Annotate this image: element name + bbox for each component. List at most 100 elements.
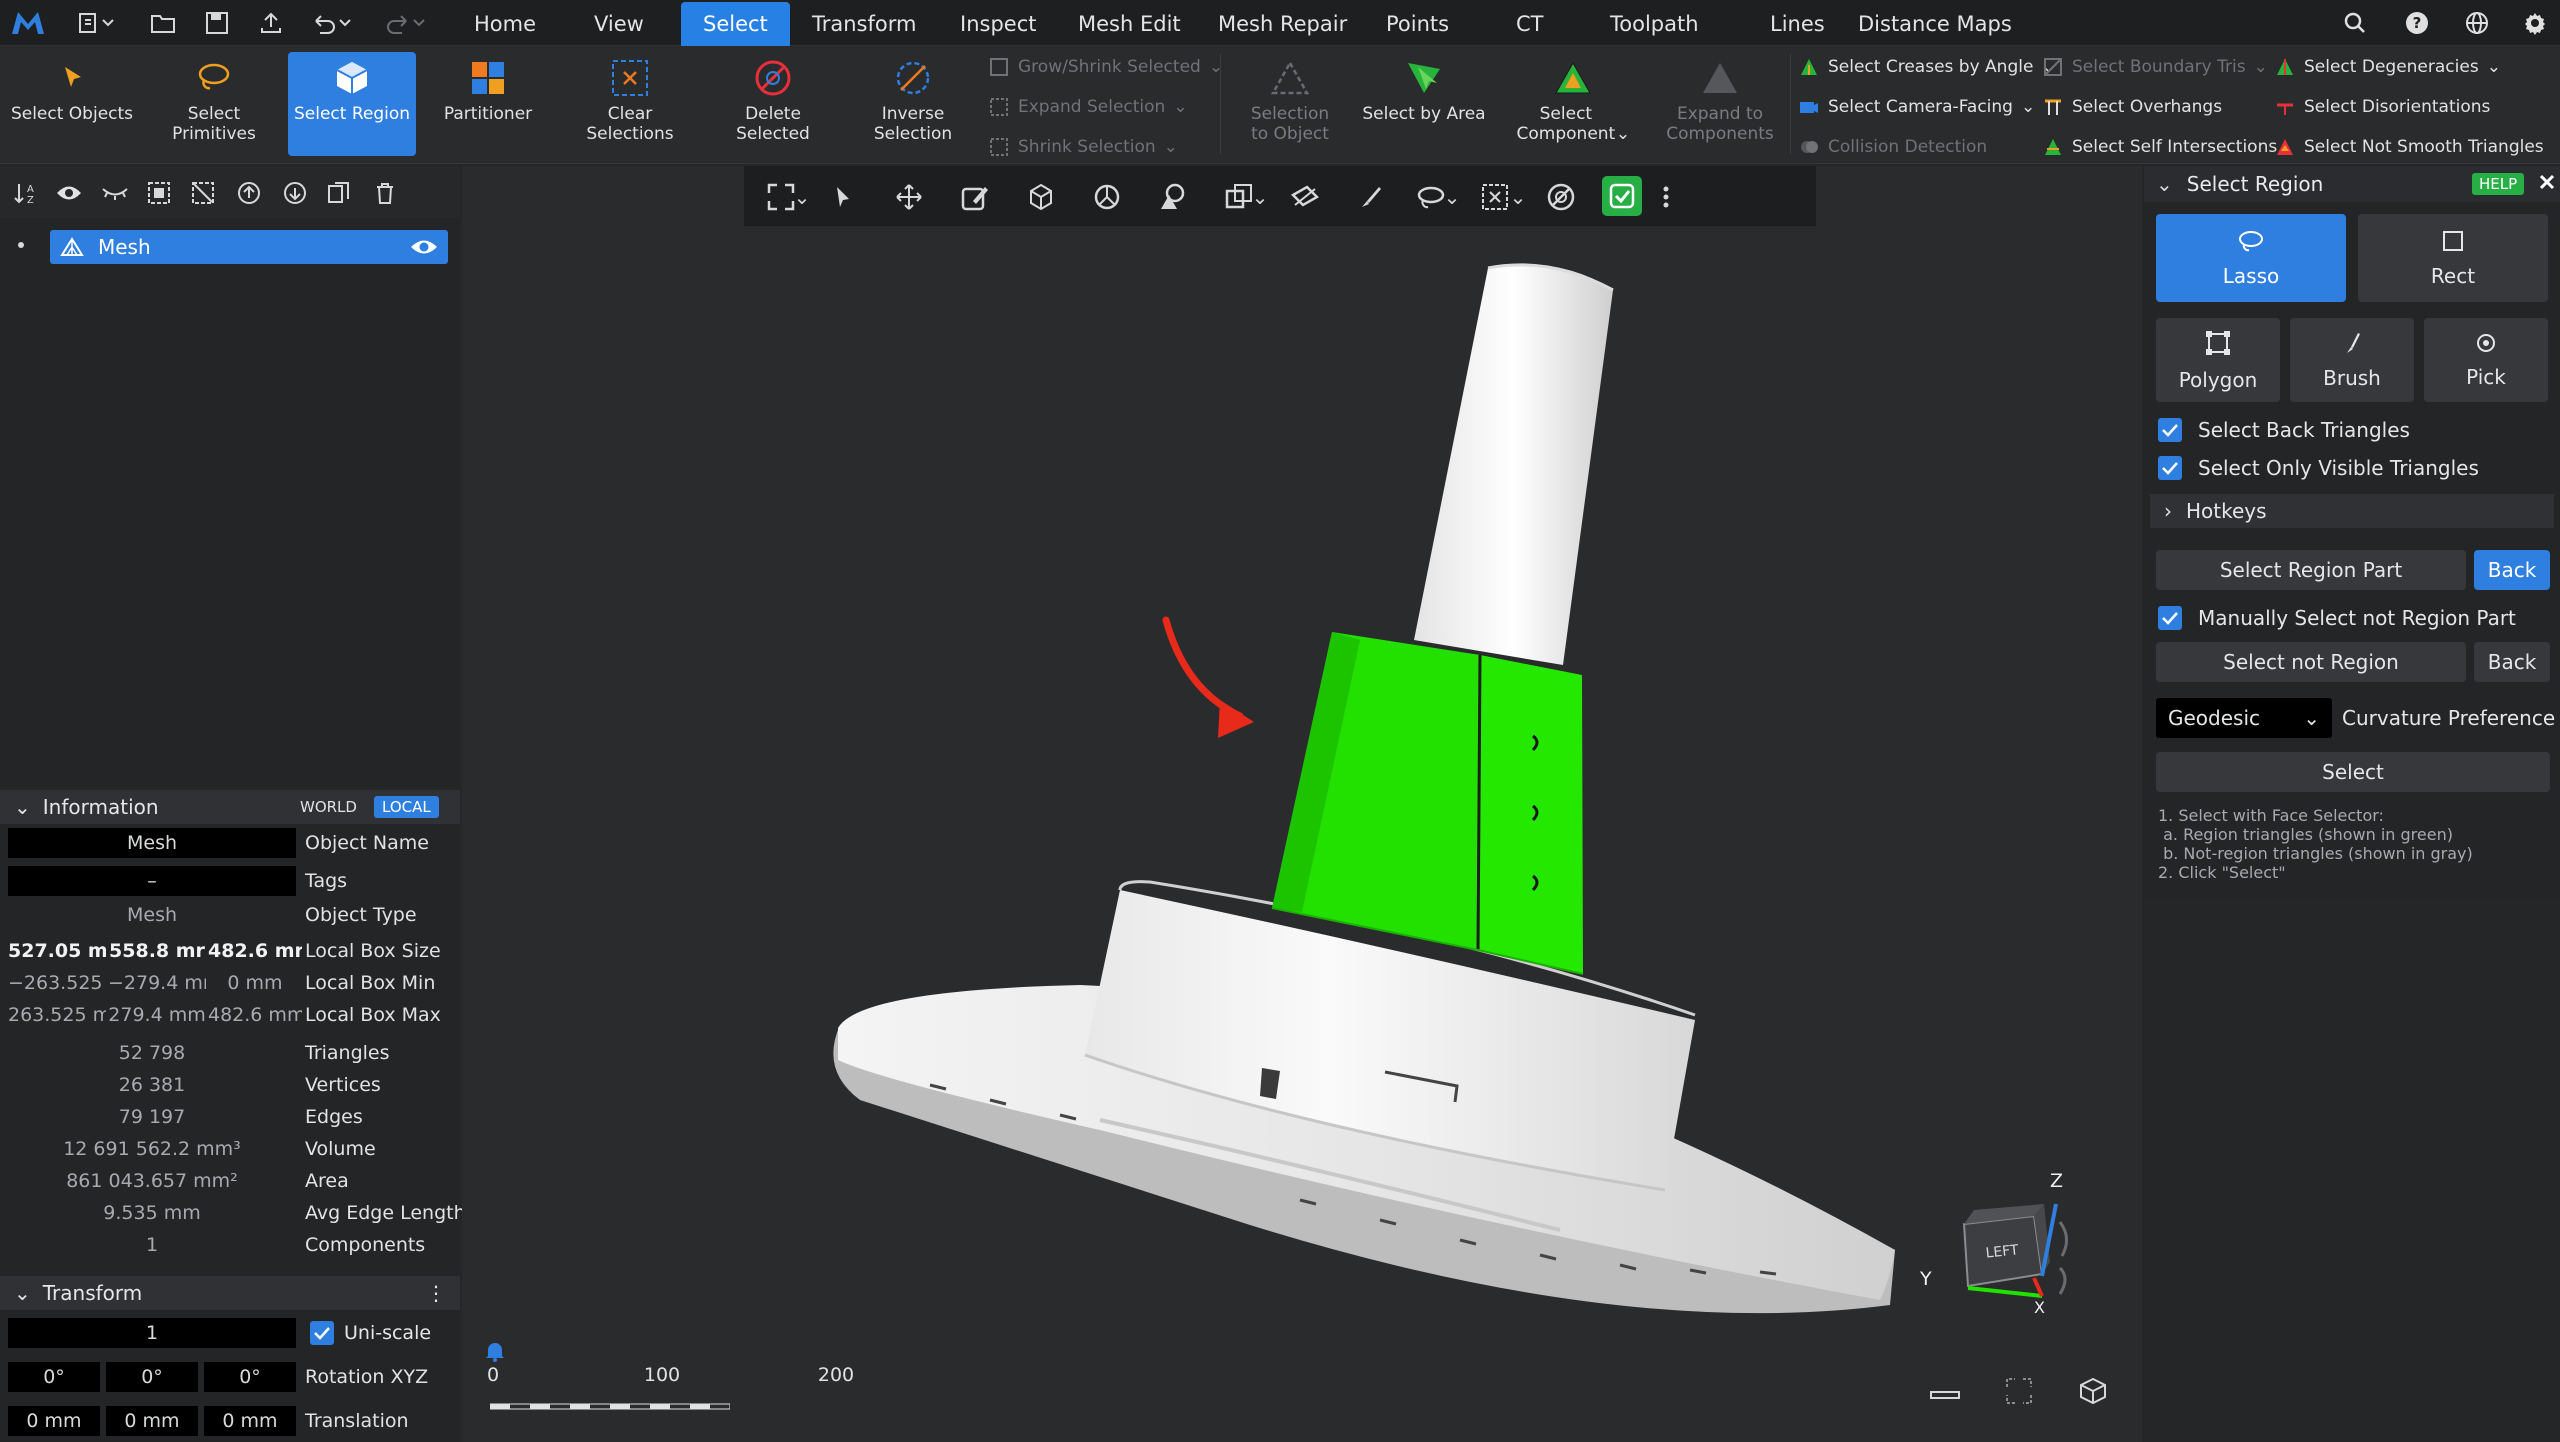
select-disorientations-button[interactable]: Select Disorientations	[2272, 90, 2490, 124]
rotation-x-field[interactable]: 0°	[8, 1362, 100, 1392]
select-component-button[interactable]: Select Component⌄	[1500, 52, 1646, 156]
back-button-1[interactable]: Back	[2474, 550, 2550, 590]
orbit-icon[interactable]	[1090, 180, 1124, 214]
grow-shrink-selected-button[interactable]: Grow/Shrink Selected ⌄	[986, 50, 1223, 84]
select-not-region-button[interactable]: Select not Region	[2156, 642, 2466, 682]
move-icon[interactable]	[892, 180, 926, 214]
translation-x-field[interactable]: 0 mm	[8, 1406, 100, 1436]
partitioner-button[interactable]: Partitioner	[426, 52, 550, 156]
tab-ct[interactable]: CT	[1494, 2, 1566, 46]
translation-z-field[interactable]: 0 mm	[204, 1406, 296, 1436]
tags-field[interactable]: –	[8, 866, 296, 896]
3d-viewport[interactable]: LEFT Z Y X 0 100 200	[462, 166, 2142, 1442]
tab-mesh-repair[interactable]: Mesh Repair	[1196, 2, 1369, 46]
select-creases-button[interactable]: Select Creases by Angle ⌄	[1796, 50, 2056, 84]
rect-mode-button[interactable]: Rect	[2358, 214, 2548, 302]
app-logo-icon[interactable]	[8, 8, 48, 38]
shrink-selection-button[interactable]: Shrink Selection ⌄	[986, 130, 1178, 164]
scene-item-mesh[interactable]: Mesh	[50, 230, 448, 264]
information-header[interactable]: ⌄ Information WORLD LOCAL	[0, 790, 460, 824]
scale-field[interactable]: 1	[8, 1318, 296, 1348]
select-degeneracies-button[interactable]: Select Degeneracies ⌄	[2272, 50, 2501, 84]
help-badge[interactable]: HELP	[2472, 173, 2525, 195]
manual-not-region-checkbox[interactable]	[2158, 606, 2182, 630]
duplicate-icon[interactable]	[324, 178, 354, 208]
chevron-down-icon[interactable]: ⌄	[1506, 180, 1530, 214]
tab-mesh-edit[interactable]: Mesh Edit	[1056, 2, 1203, 46]
world-toggle[interactable]: WORLD	[292, 796, 365, 818]
pick-mode-button[interactable]: Pick	[2424, 318, 2548, 402]
select-boundary-tris-button[interactable]: Select Boundary Tris ⌄	[2040, 50, 2268, 84]
tab-view[interactable]: View	[572, 2, 666, 46]
help-icon[interactable]: ?	[2402, 8, 2432, 38]
shapes-icon[interactable]	[1156, 180, 1190, 214]
search-icon[interactable]	[2340, 8, 2370, 38]
collision-detection-button[interactable]: Collision Detection	[1796, 130, 1987, 164]
view-cube[interactable]: LEFT	[1942, 1196, 2072, 1316]
new-file-icon[interactable]	[74, 8, 120, 38]
chevron-down-icon[interactable]: ⌄	[790, 180, 814, 214]
cutting-plane-icon[interactable]	[1288, 180, 1322, 214]
trash-icon[interactable]	[370, 178, 400, 208]
confirm-check-icon[interactable]	[1602, 176, 1642, 216]
selection-to-object-button[interactable]: Selection to Object	[1230, 52, 1350, 156]
edit-surface-icon[interactable]	[958, 180, 992, 214]
select-camera-facing-button[interactable]: Select Camera-Facing ⌄	[1796, 90, 2035, 124]
select-primitives-button[interactable]: Select Primitives	[150, 52, 278, 156]
tab-distance-maps[interactable]: Distance Maps	[1836, 2, 2034, 46]
select-region-part-button[interactable]: Select Region Part	[2156, 550, 2466, 590]
mesh-gear-icon[interactable]	[1024, 180, 1058, 214]
select-all-icon[interactable]	[144, 178, 174, 208]
lasso-mode-button[interactable]: Lasso	[2156, 214, 2346, 302]
bell-icon[interactable]	[482, 1338, 508, 1364]
transform-header[interactable]: ⌄ Transform ⋮	[0, 1276, 460, 1310]
perspective-cube-icon[interactable]	[2076, 1374, 2110, 1408]
polygon-mode-button[interactable]: Polygon	[2156, 318, 2280, 402]
globe-icon[interactable]	[2462, 8, 2492, 38]
select-self-intersections-button[interactable]: Select Self Intersections	[2040, 130, 2277, 164]
expand-to-components-button[interactable]: Expand to Components	[1658, 52, 1782, 156]
fit-view-icon[interactable]	[2002, 1374, 2036, 1408]
back-button-2[interactable]: Back	[2474, 642, 2550, 682]
sort-az-icon[interactable]: AZ	[12, 178, 42, 208]
export-icon[interactable]	[254, 8, 288, 38]
mesh-model[interactable]	[462, 166, 2142, 1442]
deselect-icon[interactable]	[188, 178, 218, 208]
hotkeys-section[interactable]: › Hotkeys	[2150, 494, 2554, 528]
select-by-area-button[interactable]: Select by Area	[1362, 52, 1486, 156]
select-back-checkbox[interactable]	[2158, 418, 2182, 442]
brush-mode-button[interactable]: Brush	[2290, 318, 2414, 402]
eye-icon[interactable]	[54, 178, 84, 208]
rotation-y-field[interactable]: 0°	[106, 1362, 198, 1392]
uniscale-checkbox[interactable]	[310, 1321, 334, 1345]
settings-icon[interactable]	[2520, 8, 2550, 38]
tab-home[interactable]: Home	[452, 2, 558, 46]
close-icon[interactable]	[2538, 172, 2556, 196]
chevron-down-icon[interactable]: ⌄	[1440, 180, 1464, 214]
tab-inspect[interactable]: Inspect	[938, 2, 1058, 46]
no-select-icon[interactable]	[1544, 180, 1578, 214]
local-toggle[interactable]: LOCAL	[374, 796, 439, 818]
save-icon[interactable]	[200, 8, 234, 38]
object-name-field[interactable]: Mesh	[8, 828, 296, 858]
chevron-down-icon[interactable]: ⌄	[1248, 180, 1272, 214]
delete-selected-button[interactable]: Delete Selected	[706, 52, 840, 156]
brush-tool-icon[interactable]	[1354, 180, 1388, 214]
select-region-button[interactable]: Select Region	[288, 52, 416, 156]
tab-toolpath[interactable]: Toolpath	[1588, 2, 1721, 46]
inverse-selection-button[interactable]: Inverse Selection	[852, 52, 974, 156]
chevron-down-icon[interactable]: ⌄	[2156, 172, 2173, 196]
select-not-smooth-button[interactable]: Select Not Smooth Triangles	[2272, 130, 2544, 164]
tab-points[interactable]: Points	[1364, 2, 1471, 46]
expand-selection-button[interactable]: Expand Selection ⌄	[986, 90, 1188, 124]
ruler-icon[interactable]	[1928, 1378, 1962, 1412]
undo-icon[interactable]	[308, 8, 354, 38]
tab-lines[interactable]: Lines	[1748, 2, 1847, 46]
select-button[interactable]: Select	[2156, 752, 2550, 792]
visibility-eye-icon[interactable]	[410, 238, 438, 256]
pointer-icon[interactable]	[826, 180, 860, 214]
more-options-icon[interactable]: ⋮	[426, 1281, 446, 1305]
redo-icon[interactable]	[382, 8, 428, 38]
move-down-icon[interactable]	[280, 178, 310, 208]
open-folder-icon[interactable]	[146, 8, 180, 38]
